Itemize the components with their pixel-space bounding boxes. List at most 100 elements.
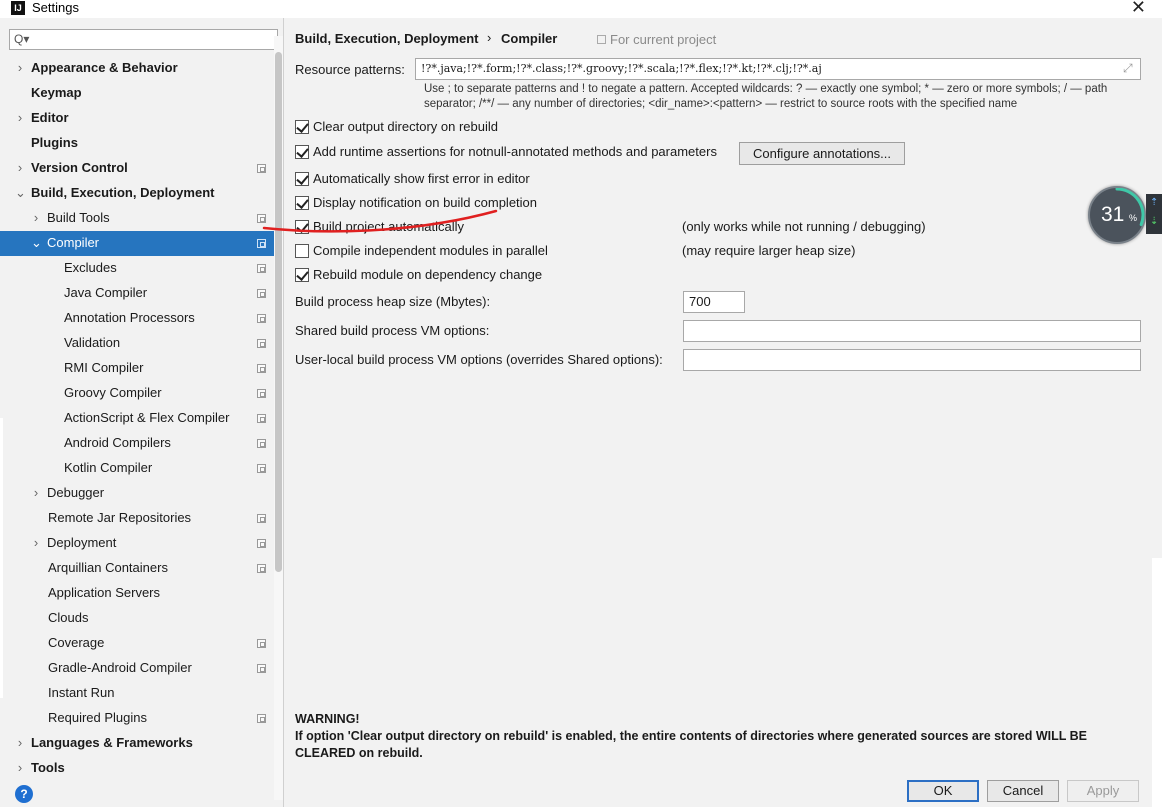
tree-item-label: Kotlin Compiler: [64, 460, 153, 475]
tree-item-label: Languages & Frameworks: [31, 735, 193, 750]
chevron-down-icon[interactable]: ⌄: [15, 181, 26, 205]
tree-item-validation[interactable]: Validation: [0, 331, 274, 356]
tree-item-gradle-android-compiler[interactable]: Gradle-Android Compiler: [0, 656, 274, 681]
checkbox-label: Rebuild module on dependency change: [313, 267, 543, 282]
chevron-down-icon[interactable]: ⌄: [31, 231, 42, 255]
help-button[interactable]: ?: [15, 785, 33, 803]
tree-item-label: Gradle-Android Compiler: [48, 660, 192, 675]
shared-vm-options-label: Shared build process VM options:: [295, 323, 490, 338]
ok-button[interactable]: OK: [907, 780, 979, 802]
tree-scrollbar-thumb[interactable]: [275, 52, 282, 572]
show-first-error-checkbox[interactable]: [295, 172, 309, 186]
tree-item-label: Plugins: [31, 135, 78, 150]
tree-item-actionscript-flex-compiler[interactable]: ActionScript & Flex Compiler: [0, 406, 274, 431]
chevron-right-icon[interactable]: ›: [31, 531, 41, 555]
clear-output-checkbox[interactable]: [295, 120, 309, 134]
project-scope-icon: [257, 414, 266, 423]
meter-side-tab[interactable]: ⇡ ⇣: [1146, 194, 1162, 234]
tree-item-plugins[interactable]: Plugins: [0, 131, 274, 156]
tree-item-label: Version Control: [31, 160, 128, 175]
close-window-button[interactable]: ✕: [1131, 0, 1146, 17]
chevron-right-icon[interactable]: ›: [15, 756, 25, 780]
tree-item-rmi-compiler[interactable]: RMI Compiler: [0, 356, 274, 381]
window-titlebar: IJ Settings ✕: [0, 0, 1162, 18]
apply-button[interactable]: Apply: [1067, 780, 1139, 802]
chevron-right-icon[interactable]: ›: [15, 731, 25, 755]
tree-item-debugger[interactable]: › Debugger: [0, 481, 274, 506]
runtime-assertions-checkbox[interactable]: [295, 145, 309, 159]
project-scope-label: For current project: [610, 32, 717, 47]
resource-patterns-input[interactable]: !?*.java;!?*.form;!?*.class;!?*.groovy;!…: [415, 58, 1141, 80]
memory-meter-widget[interactable]: 31 %: [1088, 186, 1146, 244]
parallel-compile-checkbox[interactable]: [295, 244, 309, 258]
project-scope-icon: [257, 439, 266, 448]
tree-item-label: RMI Compiler: [64, 360, 144, 375]
tree-item-clouds[interactable]: Clouds: [0, 606, 274, 631]
tree-item-excludes[interactable]: Excludes: [0, 256, 274, 281]
tree-item-kotlin-compiler[interactable]: Kotlin Compiler: [0, 456, 274, 481]
shared-vm-options-input[interactable]: [683, 320, 1141, 342]
tree-item-application-servers[interactable]: Application Servers: [0, 581, 274, 606]
project-scope-icon: [257, 289, 266, 298]
project-scope-icon: [257, 564, 266, 573]
settings-search-input[interactable]: Q▾: [9, 29, 278, 50]
tree-item-coverage[interactable]: Coverage: [0, 631, 274, 656]
tree-item-groovy-compiler[interactable]: Groovy Compiler: [0, 381, 274, 406]
build-automatically-checkbox[interactable]: [295, 220, 309, 234]
project-scope-icon: [257, 714, 266, 723]
tree-item-deployment[interactable]: › Deployment: [0, 531, 274, 556]
project-scope-icon: [597, 35, 606, 44]
tree-item-label: Keymap: [31, 85, 82, 100]
chevron-right-icon[interactable]: ›: [15, 156, 25, 180]
configure-annotations-button[interactable]: Configure annotations...: [739, 142, 905, 165]
expand-icon[interactable]: ⤢: [1123, 61, 1133, 76]
tree-item-annotation-processors[interactable]: Annotation Processors: [0, 306, 274, 331]
tree-item-android-compilers[interactable]: Android Compilers: [0, 431, 274, 456]
tree-item-appearance-behavior[interactable]: › Appearance & Behavior: [0, 56, 274, 81]
tree-item-compiler[interactable]: ⌄ Compiler: [0, 231, 274, 256]
tree-item-remote-jar-repositories[interactable]: Remote Jar Repositories: [0, 506, 274, 531]
project-scope-icon: [257, 314, 266, 323]
project-scope-icon: [257, 389, 266, 398]
chevron-right-icon[interactable]: ›: [15, 106, 25, 130]
tree-item-tools[interactable]: › Tools: [0, 756, 274, 781]
chevron-right-icon[interactable]: ›: [15, 56, 25, 80]
tree-item-keymap[interactable]: Keymap: [0, 81, 274, 106]
build-notification-checkbox[interactable]: [295, 196, 309, 210]
checkbox-label: Build project automatically: [313, 219, 465, 234]
cancel-button[interactable]: Cancel: [987, 780, 1059, 802]
checkbox-label: Display notification on build completion: [313, 195, 538, 210]
tree-item-instant-run[interactable]: Instant Run: [0, 681, 274, 706]
build-automatically-note: (only works while not running / debuggin…: [682, 219, 926, 234]
tree-item-editor[interactable]: › Editor: [0, 106, 274, 131]
tree-item-label: Annotation Processors: [64, 310, 195, 325]
window-title: Settings: [32, 0, 79, 15]
tree-scrollbar[interactable]: [274, 36, 283, 800]
chevron-right-icon[interactable]: ›: [31, 481, 41, 505]
warning-message: WARNING! If option 'Clear output directo…: [295, 711, 1135, 762]
breadcrumb-build-execution-deployment[interactable]: Build, Execution, Deployment: [295, 31, 478, 46]
tree-item-label: Android Compilers: [64, 435, 171, 450]
tree-item-build-tools[interactable]: › Build Tools: [0, 206, 274, 231]
heap-size-label: Build process heap size (Mbytes):: [295, 294, 491, 309]
settings-tree: › Appearance & Behavior Keymap › Editor …: [0, 56, 274, 787]
chevron-right-icon[interactable]: ›: [31, 206, 41, 230]
tree-item-label: Required Plugins: [48, 710, 148, 725]
project-scope-icon: [257, 164, 266, 173]
intellij-app-icon: IJ: [11, 1, 25, 15]
tree-item-label: Debugger: [47, 485, 105, 500]
rebuild-on-dependency-checkbox[interactable]: [295, 268, 309, 282]
tree-item-label: Clouds: [48, 610, 89, 625]
tree-item-label: Arquillian Containers: [48, 560, 168, 575]
user-local-vm-options-input[interactable]: [683, 349, 1141, 371]
heap-size-input[interactable]: 700: [683, 291, 745, 313]
tree-item-label: Build, Execution, Deployment: [31, 185, 215, 200]
tree-item-arquillian-containers[interactable]: Arquillian Containers: [0, 556, 274, 581]
tree-item-version-control[interactable]: › Version Control: [0, 156, 274, 181]
tree-item-required-plugins[interactable]: Required Plugins: [0, 706, 274, 731]
tree-item-label: Groovy Compiler: [64, 385, 162, 400]
tree-item-label: Coverage: [48, 635, 105, 650]
tree-item-java-compiler[interactable]: Java Compiler: [0, 281, 274, 306]
tree-item-build-execution-deployment[interactable]: ⌄ Build, Execution, Deployment: [0, 181, 274, 206]
tree-item-languages-frameworks[interactable]: › Languages & Frameworks: [0, 731, 274, 756]
